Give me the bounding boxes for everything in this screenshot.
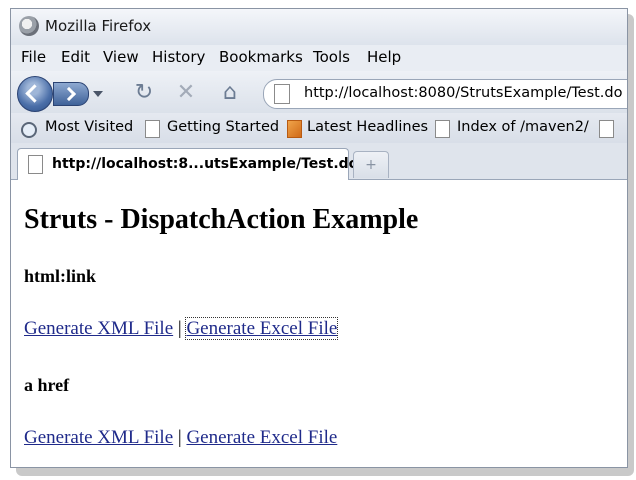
menu-tools[interactable]: Tools [313, 48, 350, 66]
browser-window: Mozilla Firefox File Edit View History B… [10, 8, 628, 468]
url-text[interactable]: http://localhost:8080/StrutsExample/Test… [304, 85, 623, 101]
rss-icon [287, 120, 302, 138]
page-icon [28, 155, 43, 174]
history-dropdown-icon[interactable] [93, 91, 103, 97]
menu-file[interactable]: File [21, 48, 46, 66]
most-visited-icon [21, 122, 37, 138]
firefox-logo-icon [19, 16, 39, 36]
page-content: Struts - DispatchAction Example html:lin… [11, 180, 627, 467]
link-generate-excel[interactable]: Generate Excel File [186, 427, 337, 448]
menu-help[interactable]: Help [367, 48, 401, 66]
tab-active[interactable]: http://localhost:8...utsExample/Test.do [17, 148, 358, 180]
menu-view[interactable]: View [103, 48, 139, 66]
page-icon [435, 120, 450, 138]
page-icon [145, 120, 160, 138]
link-separator: | [177, 427, 182, 448]
bookmarks-toolbar: Most Visited Getting Started Latest Head… [11, 113, 627, 144]
tab-title: http://localhost:8...utsExample/Test.do [52, 156, 359, 172]
link-generate-xml[interactable]: Generate XML File [24, 318, 173, 339]
link-row-a-href: Generate XML File | Generate Excel File [24, 427, 337, 449]
forward-arrow-icon[interactable] [53, 82, 89, 106]
bookmark-getting-started[interactable]: Getting Started [167, 119, 279, 135]
link-row-html-link: Generate XML File | Generate Excel File [24, 317, 339, 340]
link-generate-excel[interactable]: Generate Excel File [185, 317, 339, 340]
bookmark-most-visited[interactable]: Most Visited [45, 119, 133, 135]
link-separator: | [177, 318, 182, 339]
stop-icon[interactable]: ✕ [173, 81, 199, 105]
menu-bookmarks[interactable]: Bookmarks [219, 48, 303, 66]
home-icon[interactable]: ⌂ [217, 81, 243, 105]
section-title-html-link: html:link [24, 266, 97, 286]
back-arrow-icon[interactable] [17, 76, 53, 112]
title-bar: Mozilla Firefox [11, 9, 627, 45]
navigation-toolbar: ↻ ✕ ⌂ http://localhost:8080/StrutsExampl… [11, 71, 627, 113]
menu-bar: File Edit View History Bookmarks Tools H… [11, 45, 627, 71]
bookmark-latest-headlines[interactable]: Latest Headlines [307, 119, 428, 135]
address-bar[interactable]: http://localhost:8080/StrutsExample/Test… [263, 79, 627, 109]
reload-icon[interactable]: ↻ [131, 81, 157, 105]
section-title-a-href: a href [24, 375, 70, 395]
new-tab-button[interactable]: + [353, 151, 389, 178]
menu-history[interactable]: History [152, 48, 205, 66]
page-icon [274, 84, 290, 104]
page-heading: Struts - DispatchAction Example [24, 204, 419, 235]
tab-strip: http://localhost:8...utsExample/Test.do … [11, 143, 627, 180]
bookmark-index-maven[interactable]: Index of /maven2/ [457, 119, 589, 135]
back-forward-group [17, 76, 125, 112]
link-generate-xml[interactable]: Generate XML File [24, 427, 173, 448]
window-title: Mozilla Firefox [45, 17, 152, 35]
page-icon [599, 120, 614, 138]
menu-edit[interactable]: Edit [61, 48, 90, 66]
